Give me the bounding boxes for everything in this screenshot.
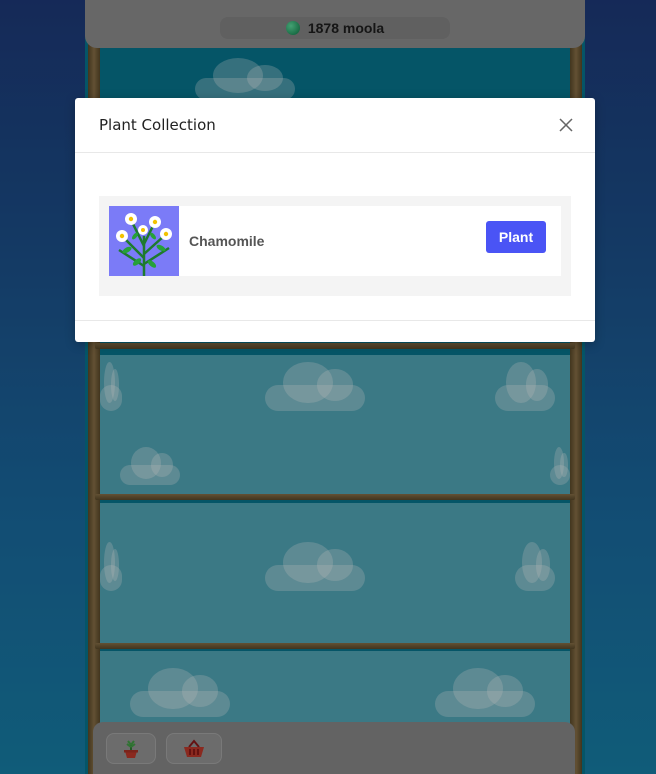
plant-list-item: Chamomile Plant — [109, 206, 561, 276]
chamomile-flower-image — [109, 206, 179, 276]
chamomile-thumbnail — [109, 206, 179, 276]
plant-name: Chamomile — [189, 233, 265, 249]
plant-button[interactable]: Plant — [486, 221, 546, 253]
plant-list: Chamomile Plant — [99, 196, 571, 296]
modal-header: Plant Collection — [75, 98, 595, 153]
modal-title: Plant Collection — [99, 116, 216, 134]
plant-collection-modal: Plant Collection Chamomile Plant — [75, 98, 595, 342]
close-button[interactable] — [557, 116, 575, 134]
close-icon — [559, 118, 573, 132]
modal-body: Chamomile Plant — [75, 153, 595, 321]
